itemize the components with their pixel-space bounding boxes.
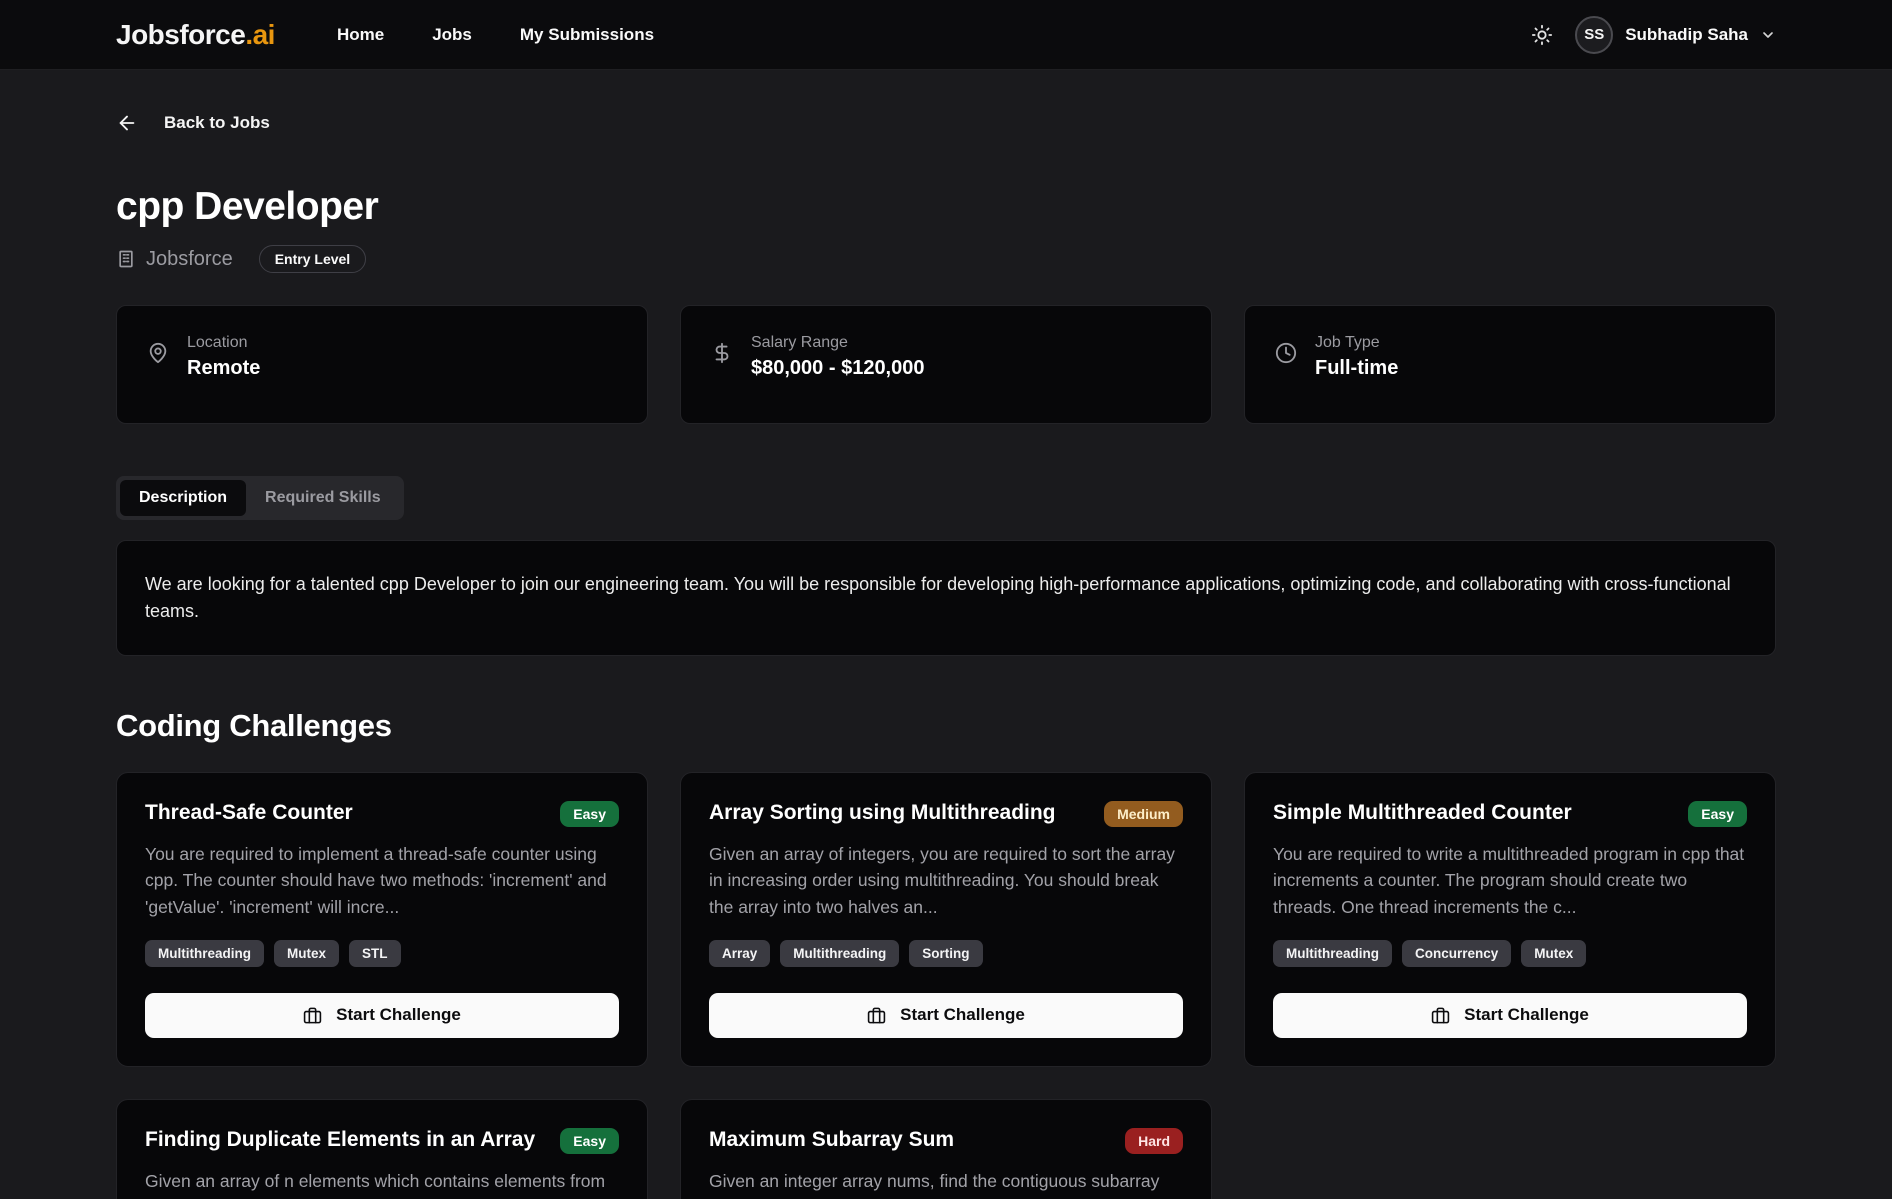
start-challenge-label: Start Challenge — [1464, 1005, 1589, 1025]
challenge-grid: Thread-Safe Counter Easy You are require… — [116, 772, 1776, 1199]
user-menu[interactable]: SS Subhadip Saha — [1575, 16, 1776, 54]
tag: Multithreading — [780, 940, 899, 967]
tag-row: Array Multithreading Sorting — [709, 940, 1183, 967]
difficulty-badge: Medium — [1104, 801, 1183, 827]
tag-row: Multithreading Mutex STL — [145, 940, 619, 967]
challenge-title: Finding Duplicate Elements in an Array — [145, 1128, 535, 1152]
user-name: Subhadip Saha — [1625, 25, 1748, 45]
salary-label: Salary Range — [751, 334, 925, 352]
difficulty-badge: Easy — [560, 1128, 619, 1154]
start-challenge-label: Start Challenge — [336, 1005, 461, 1025]
page-title: cpp Developer — [116, 185, 1776, 229]
company: Jobsforce — [116, 248, 233, 271]
location-value: Remote — [187, 357, 260, 380]
job-info-cards: Location Remote Salary Range $80,000 - $… — [116, 305, 1776, 424]
main-content: Back to Jobs cpp Developer Jobsforce Ent… — [116, 70, 1776, 1199]
nav-links: Home Jobs My Submissions — [337, 25, 654, 45]
dollar-icon — [711, 342, 733, 364]
avatar[interactable]: SS — [1575, 16, 1613, 54]
map-pin-icon — [147, 342, 169, 364]
nav-link-my-submissions[interactable]: My Submissions — [520, 25, 654, 45]
challenge-title: Maximum Subarray Sum — [709, 1128, 954, 1152]
difficulty-badge: Easy — [560, 801, 619, 827]
tag: Array — [709, 940, 770, 967]
briefcase-icon — [303, 1006, 322, 1025]
challenge-card: Finding Duplicate Elements in an Array E… — [116, 1099, 648, 1199]
challenge-card: Maximum Subarray Sum Hard Given an integ… — [680, 1099, 1212, 1199]
challenge-description: You are required to write a multithreade… — [1273, 841, 1747, 920]
coding-challenges-heading: Coding Challenges — [116, 708, 1776, 744]
clock-icon — [1275, 342, 1297, 364]
theme-toggle-button[interactable] — [1531, 24, 1553, 46]
chevron-down-icon — [1760, 27, 1776, 43]
challenge-description: Given an array of integers, you are requ… — [709, 841, 1183, 920]
tab-required-skills[interactable]: Required Skills — [246, 480, 400, 516]
back-to-jobs-label: Back to Jobs — [164, 113, 270, 133]
tab-description[interactable]: Description — [120, 480, 246, 516]
navbar: Jobsforce.ai Home Jobs My Submissions SS… — [0, 0, 1892, 70]
challenge-card: Simple Multithreaded Counter Easy You ar… — [1244, 772, 1776, 1067]
challenge-title: Thread-Safe Counter — [145, 801, 353, 825]
logo[interactable]: Jobsforce.ai — [116, 19, 275, 51]
job-type-value: Full-time — [1315, 357, 1398, 380]
location-card: Location Remote — [116, 305, 648, 424]
building-icon — [116, 249, 136, 269]
challenge-title: Simple Multithreaded Counter — [1273, 801, 1572, 825]
nav-link-home[interactable]: Home — [337, 25, 384, 45]
briefcase-icon — [1431, 1006, 1450, 1025]
start-challenge-button[interactable]: Start Challenge — [709, 993, 1183, 1038]
entry-level-badge: Entry Level — [259, 245, 366, 273]
arrow-left-icon — [116, 112, 138, 134]
tag: Sorting — [909, 940, 982, 967]
logo-brand-text: Jobsforce — [116, 19, 245, 50]
tag-row: Multithreading Concurrency Mutex — [1273, 940, 1747, 967]
difficulty-badge: Easy — [1688, 801, 1747, 827]
job-type-card: Job Type Full-time — [1244, 305, 1776, 424]
challenge-description: Given an array of n elements which conta… — [145, 1168, 619, 1199]
challenge-card: Array Sorting using Multithreading Mediu… — [680, 772, 1212, 1067]
tag: Mutex — [274, 940, 339, 967]
company-name: Jobsforce — [146, 248, 233, 271]
start-challenge-label: Start Challenge — [900, 1005, 1025, 1025]
tag: Mutex — [1521, 940, 1586, 967]
tag: STL — [349, 940, 401, 967]
salary-card: Salary Range $80,000 - $120,000 — [680, 305, 1212, 424]
salary-value: $80,000 - $120,000 — [751, 357, 925, 380]
challenge-description: You are required to implement a thread-s… — [145, 841, 619, 920]
tag: Multithreading — [145, 940, 264, 967]
nav-link-jobs[interactable]: Jobs — [432, 25, 472, 45]
tag: Concurrency — [1402, 940, 1511, 967]
challenge-description: Given an integer array nums, find the co… — [709, 1168, 1183, 1199]
start-challenge-button[interactable]: Start Challenge — [1273, 993, 1747, 1038]
detail-tabs: Description Required Skills — [116, 476, 404, 520]
start-challenge-button[interactable]: Start Challenge — [145, 993, 619, 1038]
job-type-label: Job Type — [1315, 334, 1398, 352]
briefcase-icon — [867, 1006, 886, 1025]
logo-accent-text: .ai — [245, 19, 275, 50]
location-label: Location — [187, 334, 260, 352]
tag: Multithreading — [1273, 940, 1392, 967]
back-to-jobs-link[interactable]: Back to Jobs — [116, 112, 270, 134]
challenge-card: Thread-Safe Counter Easy You are require… — [116, 772, 648, 1067]
sun-icon — [1531, 24, 1553, 46]
challenge-title: Array Sorting using Multithreading — [709, 801, 1056, 825]
difficulty-badge: Hard — [1125, 1128, 1183, 1154]
job-description-panel: We are looking for a talented cpp Develo… — [116, 540, 1776, 656]
